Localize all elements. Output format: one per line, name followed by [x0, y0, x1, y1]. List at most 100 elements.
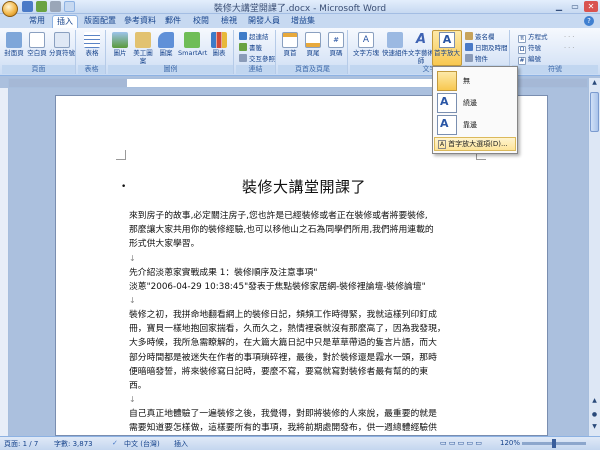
close-icon[interactable]: ✕ — [584, 1, 598, 12]
symbol-extra-2: ‧ ‧ ‧ — [564, 44, 575, 52]
word-count[interactable]: 字數: 3,873 — [54, 439, 93, 449]
insert-mode-indicator[interactable]: 插入 — [174, 439, 188, 449]
page-number-button[interactable]: # 頁碼 — [325, 32, 347, 57]
drop-cap-margin-label: 靠邊 — [463, 121, 477, 129]
scroll-up-icon[interactable]: ▲ — [590, 78, 599, 88]
symbol-button[interactable]: Ω 符號 — [518, 43, 541, 54]
equation-button[interactable]: π 方程式 — [518, 32, 548, 43]
help-icon[interactable]: ? — [584, 16, 594, 26]
text-box-icon: A — [358, 32, 374, 48]
wordart-button[interactable]: A 文字藝術師 — [407, 32, 435, 65]
group-links-label: 連結 — [236, 65, 275, 74]
ribbon-tabs: 常用 插入 版面配置 參考資料 郵件 校閱 檢視 開發人員 增益集 ? — [0, 14, 600, 28]
header-button[interactable]: 頁首 — [279, 32, 301, 57]
document-paragraphs: 來到房子的故事,必定關注房子,您也許是已經裝修或者正在裝修或者將要裝修, 那麼讓大… — [129, 209, 479, 435]
smartart-button[interactable]: SmartArt — [178, 32, 208, 57]
zoom-level[interactable]: 120% — [500, 439, 520, 447]
table-label: 表格 — [85, 49, 99, 57]
picture-button[interactable]: 圖片 — [109, 32, 131, 57]
signature-line-button[interactable]: 簽名欄 — [465, 32, 495, 42]
scroll-thumb[interactable] — [590, 92, 599, 132]
cross-reference-button[interactable]: 交互參照 — [239, 54, 275, 64]
object-button[interactable]: 物件 — [465, 54, 488, 64]
bookmark-label: 書籤 — [249, 44, 262, 52]
clip-art-button[interactable]: 美工圖案 — [132, 32, 154, 65]
group-symbols-label: 符號 — [512, 65, 598, 74]
smartart-icon — [184, 32, 200, 48]
page-number-icon: # — [328, 32, 344, 48]
bookmark-button[interactable]: 書籤 — [239, 43, 262, 53]
drop-cap-none-icon — [437, 71, 457, 91]
quick-parts-button[interactable]: 快速組件 — [381, 32, 409, 57]
footer-button[interactable]: 頁尾 — [302, 32, 324, 57]
proofing-icon[interactable]: ✓ — [112, 439, 118, 447]
symbol-label: 符號 — [528, 44, 541, 52]
zoom-slider[interactable] — [522, 439, 586, 448]
page-indicator[interactable]: 頁面: 1 / 7 — [4, 439, 38, 449]
chart-icon — [211, 32, 227, 48]
group-table-label: 表格 — [78, 65, 105, 74]
drop-cap-options-item[interactable]: A 首字放大選項(D)... — [434, 137, 516, 151]
date-time-button[interactable]: 日期及時間 — [465, 43, 508, 53]
maximize-icon[interactable]: ▭ — [568, 1, 582, 12]
blank-page-button[interactable]: 空白頁 — [26, 32, 48, 57]
footer-icon — [305, 32, 321, 48]
text-box-button[interactable]: A 文字方塊 — [352, 32, 380, 57]
vertical-ruler[interactable] — [0, 88, 9, 436]
paragraph-bullet: • — [121, 182, 127, 192]
select-browse-icon[interactable]: ● — [590, 410, 599, 420]
page-number-label: 頁碼 — [329, 49, 343, 57]
smartart-label: SmartArt — [178, 49, 208, 57]
tab-review[interactable]: 校閱 — [190, 15, 212, 28]
chart-button[interactable]: 圖表 — [208, 32, 230, 57]
object-label: 物件 — [475, 55, 488, 63]
tab-mailings[interactable]: 郵件 — [162, 15, 184, 28]
footer-label: 頁尾 — [306, 49, 320, 57]
minimize-icon[interactable]: ▁ — [552, 1, 566, 12]
drop-cap-margin-option[interactable]: A 靠邊 — [435, 113, 515, 137]
tab-page-layout[interactable]: 版面配置 — [82, 15, 118, 28]
cover-page-icon — [6, 32, 22, 48]
empty-paragraph: ↓ — [129, 296, 136, 306]
signature-line-label: 簽名欄 — [475, 33, 495, 41]
tab-add-ins[interactable]: 增益集 — [288, 15, 318, 28]
page-break-button[interactable]: 分頁符號 — [48, 32, 76, 57]
document-body[interactable]: • 裝修大講堂開課了 來到房子的故事,必定關注房子,您也許是已經裝修或者正在裝修… — [121, 176, 479, 435]
tab-insert[interactable]: 插入 — [52, 15, 78, 28]
group-header-footer-label: 頁首及頁尾 — [278, 65, 347, 74]
drop-cap-button[interactable]: A 首字放大 — [432, 30, 462, 66]
omega-icon: Ω — [518, 46, 526, 54]
drop-cap-none-option[interactable]: 無 — [435, 69, 515, 93]
document-title: 裝修大講堂開課了 — [241, 178, 366, 196]
date-time-icon — [465, 43, 473, 51]
shapes-label: 圖案 — [159, 49, 173, 57]
tab-developer[interactable]: 開發人員 — [246, 15, 282, 28]
prev-page-icon[interactable]: ▲ — [590, 396, 599, 406]
view-buttons[interactable]: ▭ ▭ ▭ ▭ ▭ — [440, 439, 482, 447]
object-icon — [465, 54, 473, 62]
header-label: 頁首 — [283, 49, 297, 57]
tab-view[interactable]: 檢視 — [218, 15, 240, 28]
office-button[interactable] — [2, 1, 18, 17]
shapes-button[interactable]: 圖案 — [155, 32, 177, 57]
bookmark-icon — [239, 43, 247, 51]
hyperlink-button[interactable]: 超連結 — [239, 32, 269, 42]
table-button[interactable]: 表格 — [81, 32, 103, 57]
cover-page-button[interactable]: 封面頁 — [3, 32, 25, 57]
cross-reference-label: 交互參照 — [249, 55, 275, 63]
tab-references[interactable]: 參考資料 — [122, 15, 158, 28]
wordart-icon: A — [415, 32, 427, 47]
drop-cap-dropped-option[interactable]: A 繞邊 — [435, 91, 515, 115]
drop-cap-dropped-icon: A — [437, 93, 457, 113]
document-title-row: • 裝修大講堂開課了 — [121, 176, 479, 197]
numbering-button[interactable]: # 編號 — [518, 54, 541, 65]
group-illustrations: 圖片 美工圖案 圖案 SmartArt 圖表 圖例 — [108, 30, 234, 74]
next-page-icon[interactable]: ▼ — [590, 422, 599, 432]
vertical-scrollbar[interactable]: ▲ ▲ ● ▼ — [588, 78, 600, 436]
title-bar: 裝修大講堂開課了.docx - Microsoft Word ▁ ▭ ✕ — [0, 0, 600, 17]
language-indicator[interactable]: 中文 (台灣) — [124, 439, 160, 449]
hyperlink-label: 超連結 — [249, 33, 269, 41]
tab-home[interactable]: 常用 — [24, 15, 50, 28]
clip-art-icon — [135, 32, 151, 48]
zoom-slider-handle[interactable] — [552, 439, 556, 448]
